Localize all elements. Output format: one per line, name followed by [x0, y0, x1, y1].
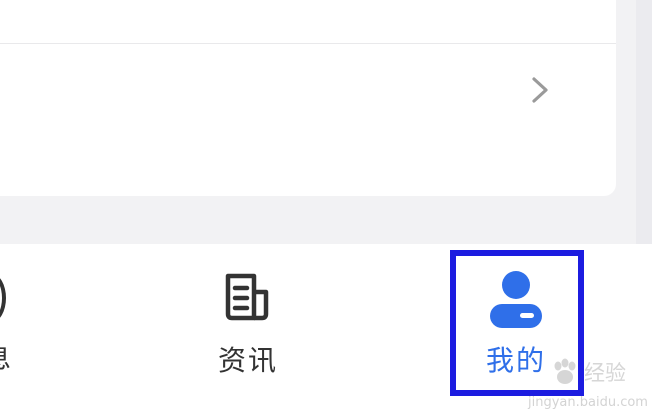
watermark-text: 经验	[584, 361, 626, 385]
page-edge	[636, 0, 652, 244]
paw-logo-icon	[554, 358, 576, 384]
watermark: 经验 jingyan.baidu.com	[528, 354, 652, 414]
tab-partial-left[interactable]: 息	[0, 244, 20, 420]
partial-circle-icon	[0, 274, 6, 322]
tab-news[interactable]: 资讯	[200, 244, 296, 420]
tab-label: 息	[0, 344, 11, 376]
tab-label: 资讯	[217, 344, 278, 377]
card-list-row[interactable]	[0, 44, 616, 196]
profile-icon	[490, 271, 542, 328]
chevron-right-icon	[532, 77, 548, 103]
content-area	[0, 0, 652, 244]
watermark-url: jingyan.baidu.com	[528, 395, 648, 410]
news-document-icon	[225, 273, 269, 321]
settings-card	[0, 0, 616, 196]
